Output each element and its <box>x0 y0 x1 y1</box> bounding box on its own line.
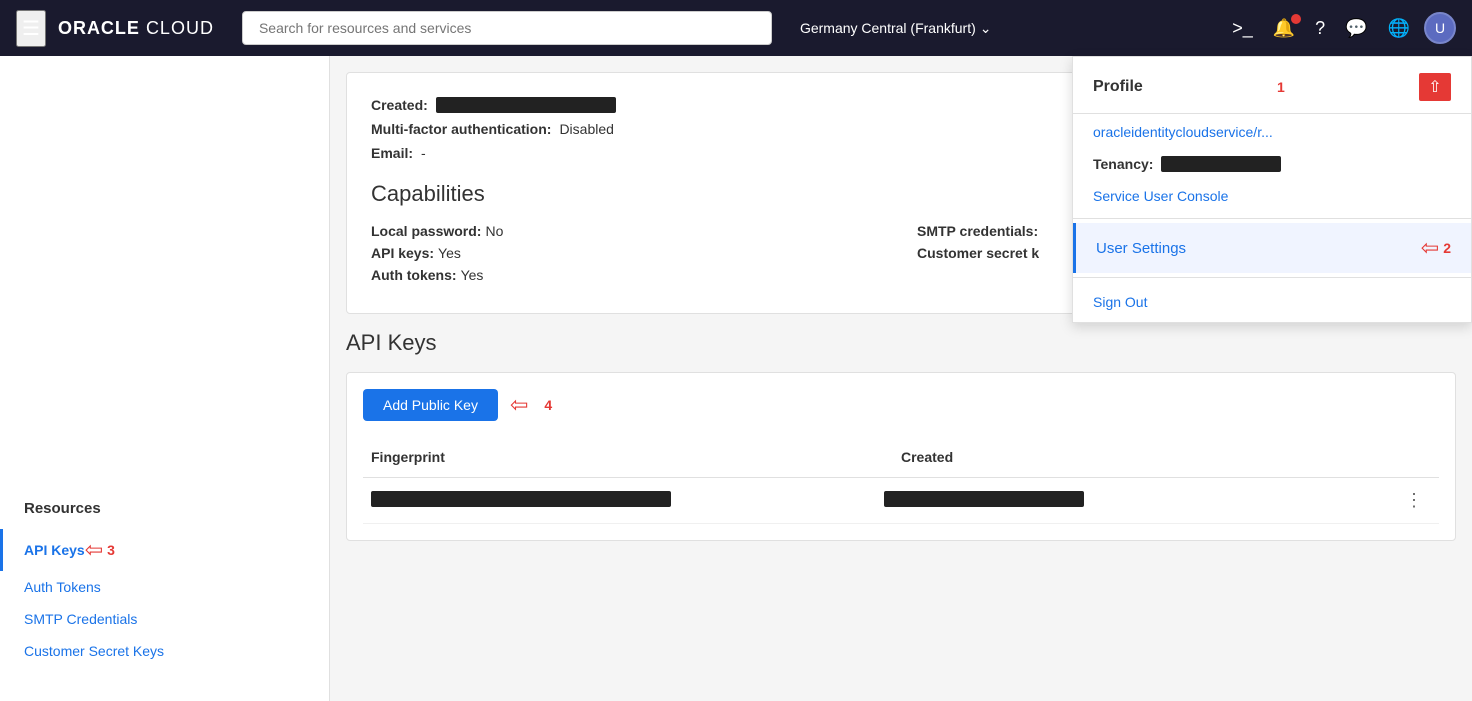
service-user-console-link[interactable]: Service User Console <box>1073 178 1471 214</box>
auth-tokens-cap-label: Auth tokens: <box>371 267 457 283</box>
profile-divider-2 <box>1073 277 1471 278</box>
terminal-icon: >_ <box>1232 18 1253 38</box>
arrow-left-api-keys-icon: ⇦ <box>85 537 103 563</box>
chat-icon: 💬 <box>1345 18 1367 38</box>
oracle-logo: ORACLE Cloud <box>58 18 214 39</box>
table-row: ⋮ <box>363 478 1439 524</box>
email-value: - <box>421 145 426 161</box>
capabilities-left: Local password: No API keys: Yes Auth to… <box>371 223 885 289</box>
arrow-up-icon: ⇧ <box>1419 73 1451 101</box>
actions-cell: ⋮ <box>1389 486 1439 515</box>
sidebar-item-auth-tokens[interactable]: Auth Tokens <box>0 571 329 603</box>
identity-link[interactable]: oracleidentitycloudservice/r... <box>1073 114 1471 150</box>
profile-dropdown: Profile 1 ⇧ oracleidentitycloudservice/r… <box>1072 56 1472 323</box>
local-password-row: Local password: No <box>371 223 885 239</box>
api-keys-section-title: API Keys <box>346 330 1456 356</box>
auth-tokens-row: Auth tokens: Yes <box>371 267 885 283</box>
top-navigation: ☰ ORACLE Cloud Germany Central (Frankfur… <box>0 0 1472 56</box>
help-button[interactable]: ? <box>1309 14 1331 43</box>
oracle-logo-cloud: Cloud <box>146 18 214 39</box>
sidebar-item-customer-secret-keys[interactable]: Customer Secret Keys <box>0 635 329 667</box>
created-value <box>436 97 616 113</box>
actions-header <box>1423 445 1439 469</box>
profile-divider <box>1073 218 1471 219</box>
notifications-button[interactable]: 🔔 <box>1267 14 1301 43</box>
avatar-initial: U <box>1435 20 1445 36</box>
api-keys-label: API keys: <box>371 245 434 261</box>
resources-title: Resources <box>0 476 329 529</box>
sidebar-item-smtp-credentials[interactable]: SMTP Credentials <box>0 603 329 635</box>
created-date-value <box>884 491 1084 507</box>
notification-badge <box>1291 14 1301 24</box>
fingerprint-cell <box>363 487 876 514</box>
sidebar-auth-tokens-label: Auth Tokens <box>24 579 101 595</box>
row-actions-button[interactable]: ⋮ <box>1397 486 1431 514</box>
user-settings-label: User Settings <box>1096 240 1421 257</box>
nav-icon-group: >_ 🔔 ? 💬 🌐 U <box>1226 12 1456 44</box>
mfa-value: Disabled <box>559 121 613 137</box>
arrow-left-add-key-icon: ⇦ <box>510 392 528 418</box>
auth-tokens-cap-value: Yes <box>461 267 484 283</box>
language-button[interactable]: 🌐 <box>1382 14 1416 43</box>
arrow-left-icon: ⇦ <box>1421 235 1439 261</box>
feedback-button[interactable]: 💬 <box>1339 14 1373 43</box>
created-header: Created <box>893 445 1423 469</box>
search-container <box>242 11 772 45</box>
user-settings-step-number: 2 <box>1443 240 1451 256</box>
profile-header: Profile 1 ⇧ <box>1073 57 1471 114</box>
add-public-key-button[interactable]: Add Public Key <box>363 389 498 421</box>
sidebar: Resources API Keys ⇦ 3 Auth Tokens SMTP … <box>0 56 330 701</box>
smtp-label: SMTP credentials: <box>917 223 1038 239</box>
help-icon: ? <box>1315 18 1325 38</box>
user-settings-item[interactable]: User Settings ⇦ 2 <box>1073 223 1471 273</box>
tenancy-value <box>1161 156 1281 172</box>
hamburger-menu-button[interactable]: ☰ <box>16 10 46 47</box>
fingerprint-header: Fingerprint <box>363 445 893 469</box>
tenancy-row: Tenancy: <box>1073 150 1471 178</box>
region-selector[interactable]: Germany Central (Frankfurt) ⌄ <box>800 20 992 37</box>
local-password-label: Local password: <box>371 223 481 239</box>
api-keys-section: API Keys Add Public Key ⇦ 4 Fingerprint … <box>346 330 1456 541</box>
search-input[interactable] <box>242 11 772 45</box>
add-key-step-number: 4 <box>544 397 552 413</box>
created-cell <box>876 487 1389 514</box>
sidebar-customer-secret-keys-label: Customer Secret Keys <box>24 643 164 659</box>
sidebar-api-keys-label: API Keys <box>24 542 85 558</box>
user-avatar[interactable]: U <box>1424 12 1456 44</box>
globe-icon: 🌐 <box>1388 18 1410 38</box>
created-label: Created: <box>371 97 428 113</box>
email-label: Email: <box>371 145 413 161</box>
profile-title: Profile <box>1093 78 1143 96</box>
cloud-shell-button[interactable]: >_ <box>1226 14 1259 43</box>
region-label: Germany Central (Frankfurt) <box>800 20 976 36</box>
api-keys-card: Add Public Key ⇦ 4 Fingerprint Created <box>346 372 1456 541</box>
sidebar-smtp-credentials-label: SMTP Credentials <box>24 611 137 627</box>
oracle-logo-oracle: ORACLE <box>58 18 140 39</box>
sign-out-link[interactable]: Sign Out <box>1073 282 1471 322</box>
profile-step-number: 1 <box>1277 79 1285 95</box>
sidebar-item-api-keys[interactable]: API Keys ⇦ 3 <box>0 529 329 571</box>
api-keys-row: API keys: Yes <box>371 245 885 261</box>
chevron-down-icon: ⌄ <box>980 20 992 37</box>
customer-secret-label: Customer secret k <box>917 245 1039 261</box>
mfa-label: Multi-factor authentication: <box>371 121 551 137</box>
api-keys-value: Yes <box>438 245 461 261</box>
api-keys-step-number: 3 <box>107 542 115 558</box>
tenancy-label: Tenancy: <box>1093 156 1153 172</box>
add-key-button-row: Add Public Key ⇦ 4 <box>363 389 1439 421</box>
local-password-value: No <box>485 223 503 239</box>
table-header: Fingerprint Created <box>363 437 1439 478</box>
fingerprint-value <box>371 491 671 507</box>
